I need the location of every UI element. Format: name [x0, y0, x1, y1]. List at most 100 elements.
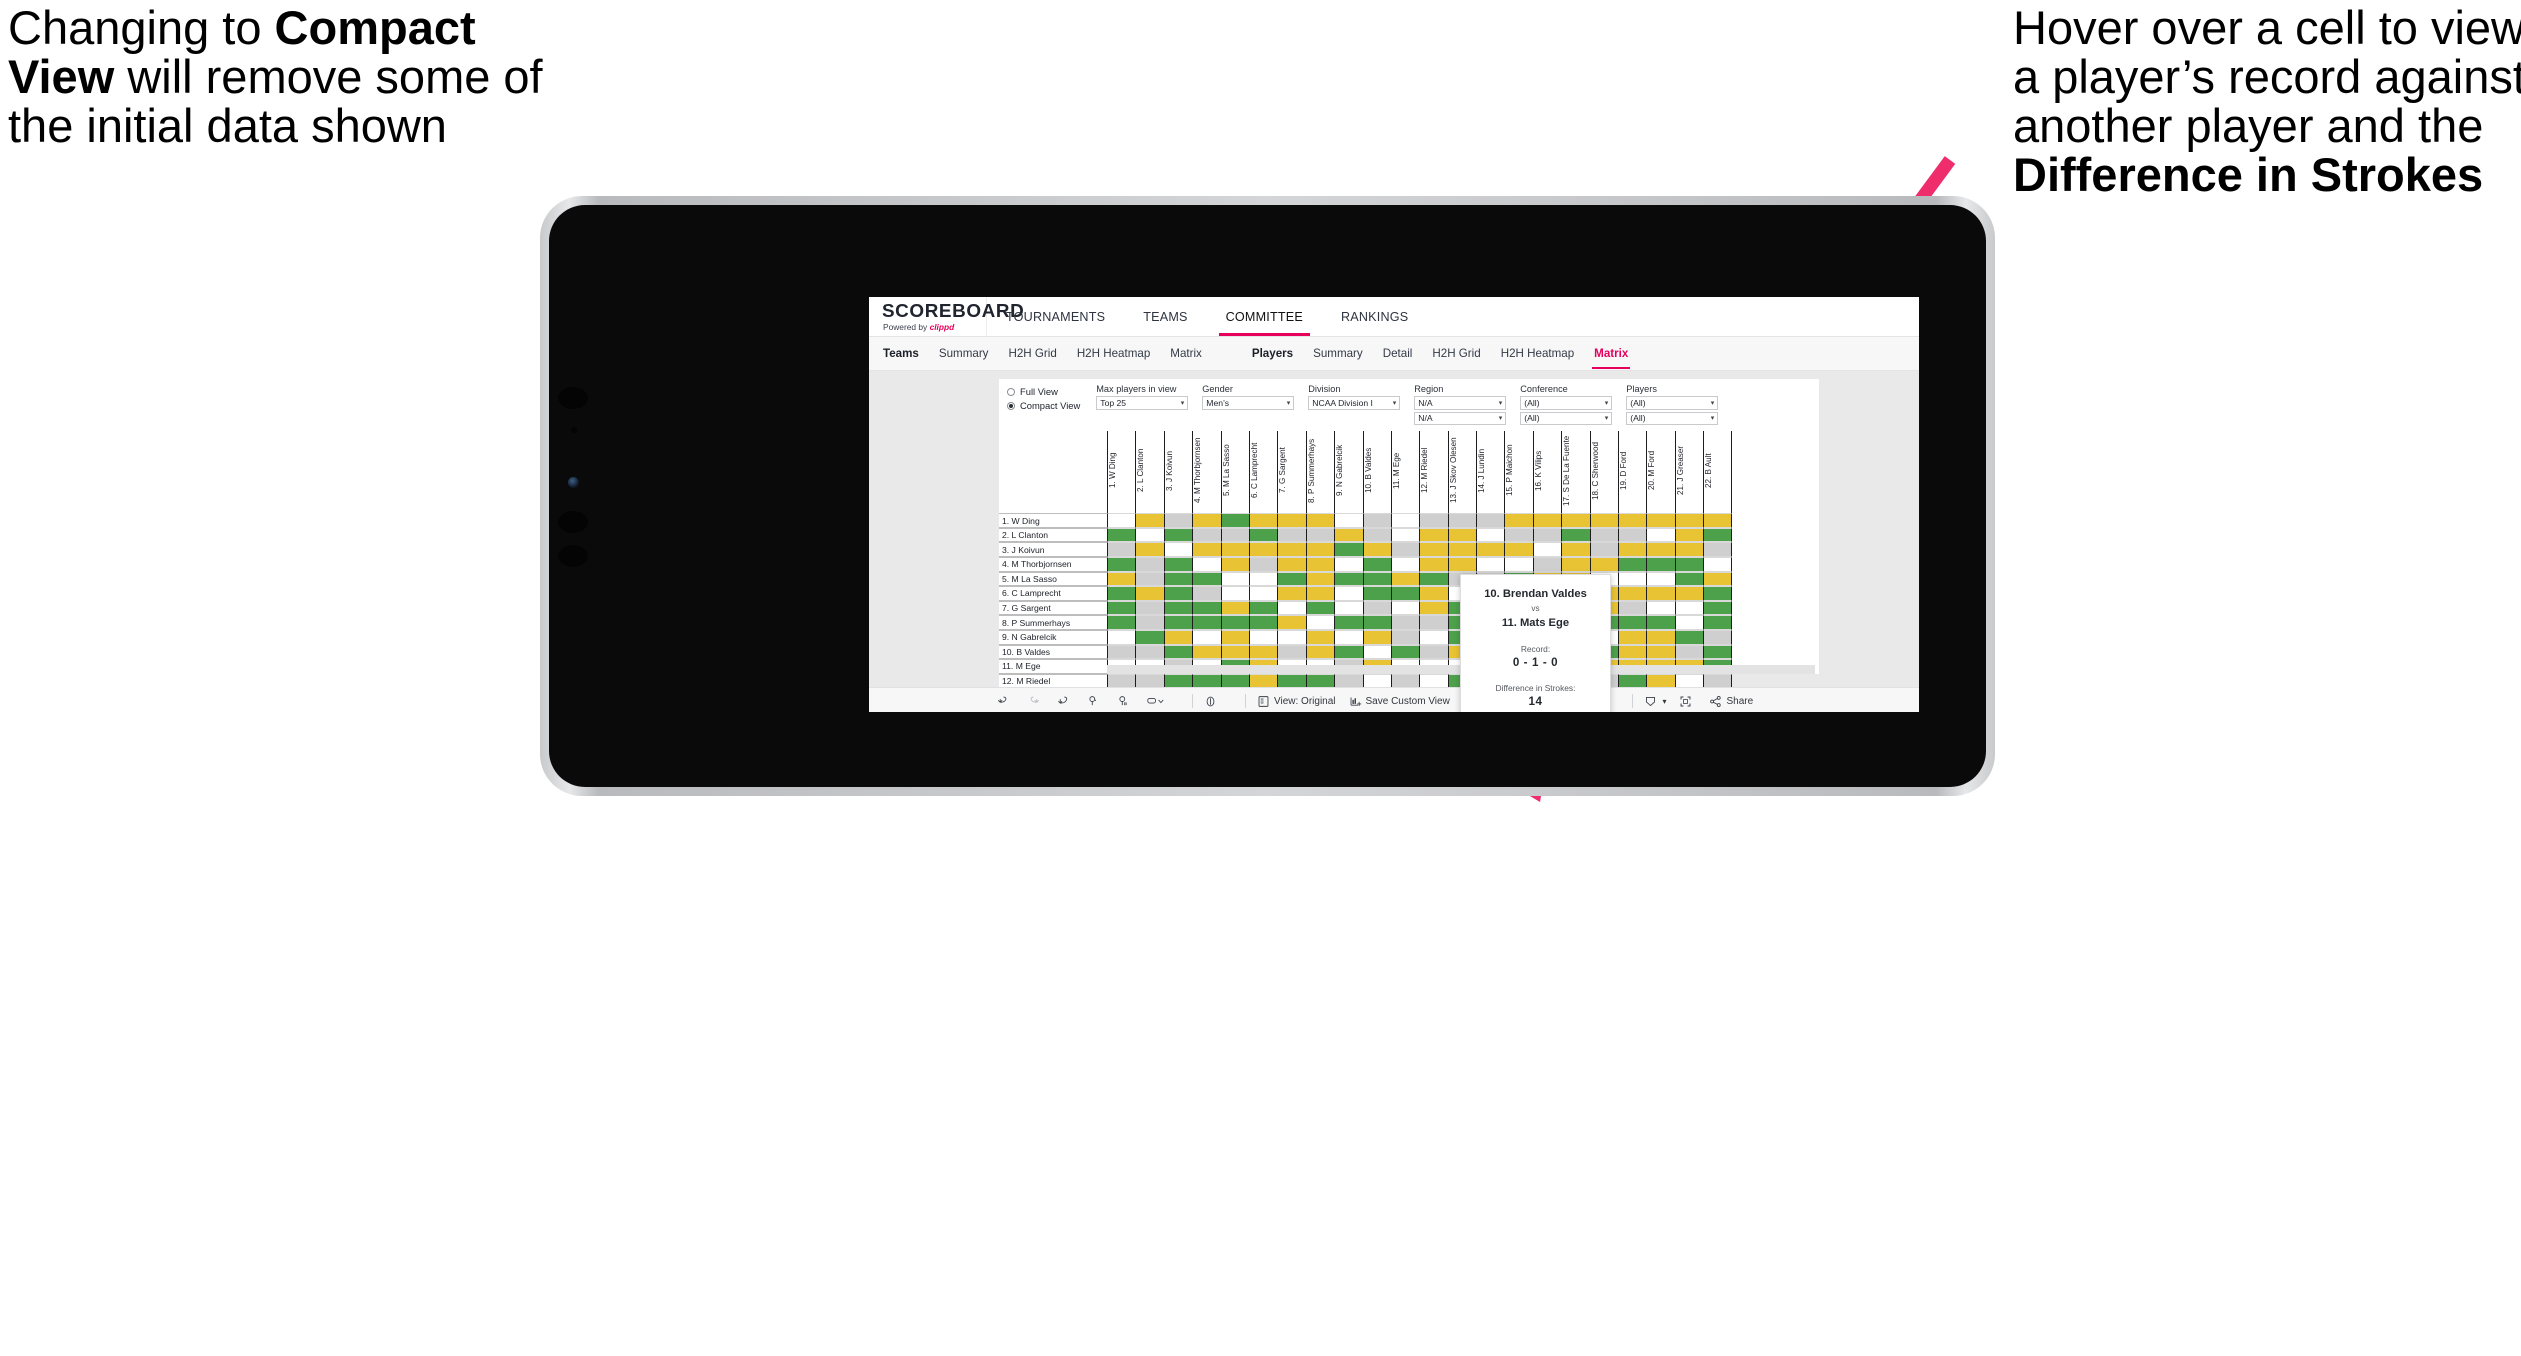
matrix-col-header[interactable]: 22. B Ault: [1703, 431, 1732, 514]
matrix-cell[interactable]: [1334, 527, 1363, 543]
matrix-cell[interactable]: [1107, 527, 1136, 543]
download-button[interactable]: ▾: [1644, 695, 1666, 708]
matrix-cell[interactable]: [1248, 542, 1278, 557]
matrix-cell[interactable]: [1248, 556, 1278, 572]
matrix-cell[interactable]: [1646, 600, 1675, 616]
matrix-cell[interactable]: [1277, 542, 1306, 557]
matrix-cell[interactable]: [1163, 644, 1193, 660]
matrix-cell[interactable]: [1532, 556, 1562, 572]
matrix-cell[interactable]: [1561, 556, 1590, 572]
matrix-cell[interactable]: [1703, 513, 1732, 528]
matrix-cell[interactable]: [1589, 513, 1619, 528]
matrix-cell[interactable]: [1362, 556, 1391, 572]
matrix-cell[interactable]: [1163, 556, 1193, 572]
matrix-cell[interactable]: [1703, 644, 1732, 660]
matrix-cell[interactable]: [1362, 571, 1391, 587]
matrix-cell[interactable]: [1703, 586, 1732, 601]
matrix-cell[interactable]: [1646, 527, 1675, 543]
view-original-button[interactable]: View: Original: [1257, 695, 1336, 708]
matrix-cell[interactable]: [1703, 615, 1732, 630]
matrix-col-header[interactable]: 5. M La Sasso: [1220, 431, 1249, 514]
matrix-row-label[interactable]: 5. M La Sasso: [999, 571, 1107, 587]
matrix-cell[interactable]: [1192, 644, 1221, 660]
matrix-cell[interactable]: [1277, 513, 1306, 528]
matrix-cell[interactable]: [1334, 586, 1363, 601]
matrix-cell[interactable]: [1674, 586, 1704, 601]
matrix-cell[interactable]: [1248, 644, 1278, 660]
matrix-cell[interactable]: [1248, 586, 1278, 601]
matrix-cell[interactable]: [1646, 542, 1675, 557]
app-logo[interactable]: SCOREBOARD Powered by clippd: [869, 297, 1024, 336]
matrix-cell[interactable]: [1248, 527, 1278, 543]
matrix-cell[interactable]: [1390, 527, 1420, 543]
matrix-cell[interactable]: [1107, 571, 1136, 587]
matrix-cell[interactable]: [1476, 556, 1505, 572]
matrix-row-label[interactable]: 11. M Ege: [999, 659, 1107, 674]
nav-item-teams[interactable]: TEAMS: [1124, 297, 1206, 336]
matrix-cell[interactable]: [1334, 556, 1363, 572]
matrix-cell[interactable]: [1107, 586, 1136, 601]
matrix-cell[interactable]: [1220, 644, 1249, 660]
matrix-cell[interactable]: [1248, 571, 1278, 587]
matrix-cell[interactable]: [1476, 542, 1505, 557]
matrix-cell[interactable]: [1277, 600, 1306, 616]
pause-refresh-button[interactable]: [1204, 695, 1221, 708]
matrix-cell[interactable]: [1220, 542, 1249, 557]
matrix-cell[interactable]: [1305, 527, 1335, 543]
matrix-cell[interactable]: [1618, 644, 1647, 660]
share-button[interactable]: Share: [1709, 695, 1753, 708]
matrix-cell[interactable]: [1390, 556, 1420, 572]
matrix-row-label[interactable]: 4. M Thorbjornsen: [999, 556, 1107, 572]
matrix-cell[interactable]: [1447, 542, 1477, 557]
undo-button[interactable]: [997, 695, 1014, 708]
filter-players-select-secondary[interactable]: (All) ▾: [1626, 411, 1719, 426]
matrix-cell[interactable]: [1674, 600, 1704, 616]
matrix-cell[interactable]: [1305, 644, 1335, 660]
matrix-cell[interactable]: [1220, 600, 1249, 616]
matrix-cell[interactable]: [1646, 644, 1675, 660]
matrix-cell[interactable]: [1135, 615, 1164, 630]
matrix-cell[interactable]: [1163, 629, 1193, 645]
matrix-col-header[interactable]: 17. S De La Fuente: [1561, 431, 1589, 514]
matrix-cell[interactable]: [1192, 600, 1221, 616]
matrix-col-header[interactable]: 18. C Sherwood: [1589, 431, 1618, 514]
matrix-cell[interactable]: [1561, 527, 1590, 543]
matrix-cell[interactable]: [1532, 513, 1562, 528]
matrix-cell[interactable]: [1561, 513, 1590, 528]
matrix-cell[interactable]: [1362, 513, 1391, 528]
matrix-cell[interactable]: [1107, 615, 1136, 630]
matrix-cell[interactable]: [1305, 586, 1335, 601]
matrix-cell[interactable]: [1646, 586, 1675, 601]
matrix-cell[interactable]: [1362, 527, 1391, 543]
matrix-cell[interactable]: [1277, 571, 1306, 587]
matrix-col-header[interactable]: 8. P Summerhays: [1305, 431, 1334, 514]
matrix-cell[interactable]: [1192, 542, 1221, 557]
matrix-cell[interactable]: [1419, 527, 1448, 543]
highlight-button[interactable]: [1147, 695, 1168, 708]
revert-button[interactable]: [1057, 695, 1074, 708]
matrix-cell[interactable]: [1589, 556, 1619, 572]
filter-conference-select-secondary[interactable]: (All) ▾: [1520, 411, 1613, 426]
filter-players-select-primary[interactable]: (All) ▾: [1626, 396, 1719, 410]
radio-full-view[interactable]: Full View: [1007, 386, 1080, 397]
matrix-col-header[interactable]: 14. J Lundin: [1476, 431, 1504, 514]
redo-button[interactable]: [1027, 695, 1044, 708]
matrix-cell[interactable]: [1277, 586, 1306, 601]
matrix-cell[interactable]: [1277, 527, 1306, 543]
fullscreen-button[interactable]: [1679, 695, 1696, 708]
matrix-cell[interactable]: [1390, 586, 1420, 601]
filter-conference-select-primary[interactable]: (All) ▾: [1520, 396, 1613, 410]
matrix-cell[interactable]: [1703, 527, 1732, 543]
matrix-row-label[interactable]: 8. P Summerhays: [999, 615, 1107, 630]
matrix-cell[interactable]: [1447, 527, 1477, 543]
matrix-cell[interactable]: [1703, 600, 1732, 616]
matrix-cell[interactable]: [1248, 629, 1278, 645]
matrix-cell[interactable]: [1163, 586, 1193, 601]
subnav-teams-h2h-heatmap[interactable]: H2H Heatmap: [1077, 347, 1150, 360]
matrix-cell[interactable]: [1703, 629, 1732, 645]
matrix-row-label[interactable]: 10. B Valdes: [999, 644, 1107, 660]
matrix-cell[interactable]: [1703, 571, 1732, 587]
radio-compact-view[interactable]: Compact View: [1007, 400, 1080, 411]
matrix-row-label[interactable]: 3. J Koivun: [999, 542, 1107, 557]
matrix-cell[interactable]: [1135, 542, 1164, 557]
